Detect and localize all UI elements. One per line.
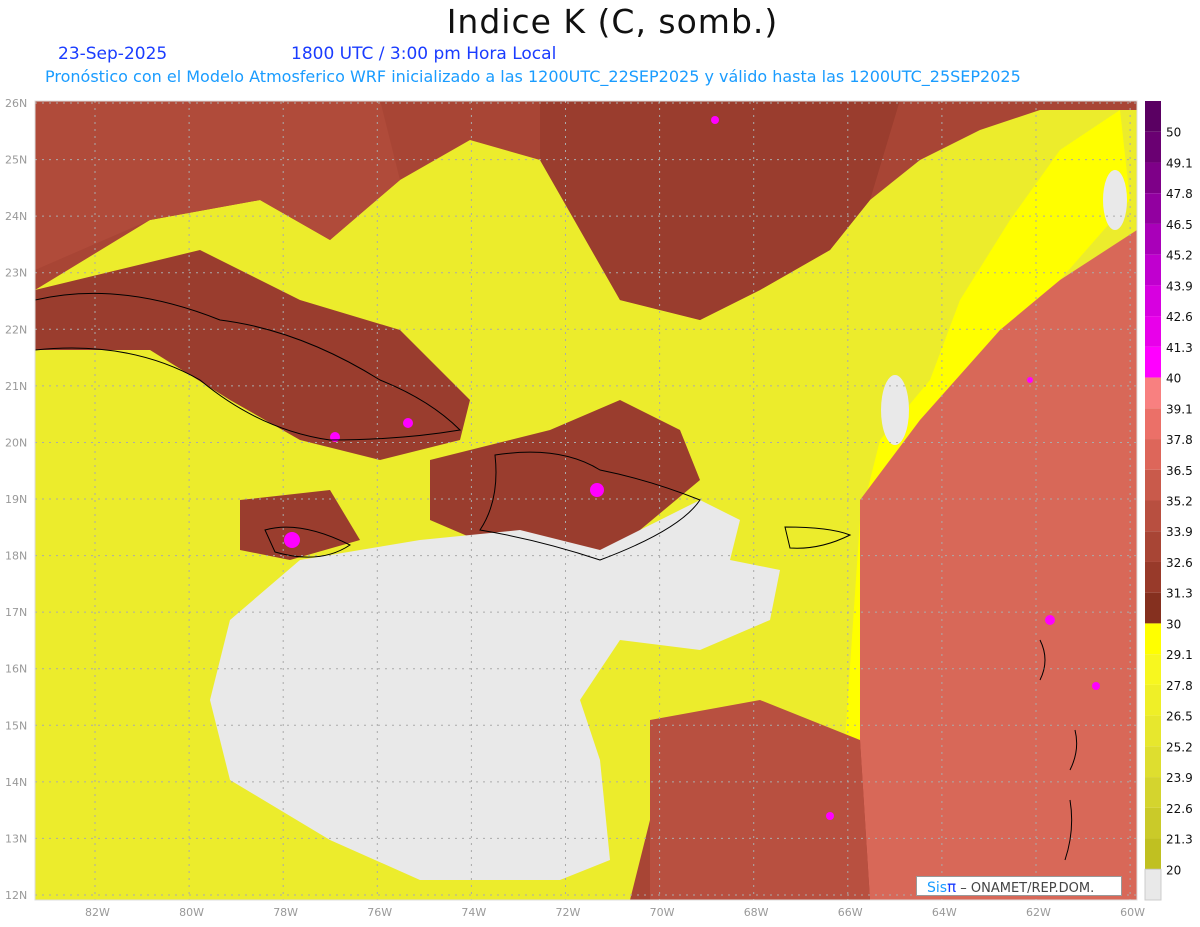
lat-label: 22N — [5, 323, 27, 336]
lon-label: 72W — [556, 906, 581, 919]
colorbar-swatch — [1145, 715, 1161, 747]
lat-label: 23N — [5, 267, 27, 280]
lat-label: 20N — [5, 436, 27, 449]
lat-label: 12N — [5, 889, 27, 902]
lat-label: 14N — [5, 776, 27, 789]
colorbar-swatch — [1145, 408, 1161, 440]
lon-label: 82W — [85, 906, 110, 919]
credit-text: – ONAMET/REP.DOM. — [960, 881, 1095, 896]
colorbar-swatch — [1145, 162, 1161, 194]
colorbar-label: 40 — [1166, 372, 1181, 386]
colorbar-swatch — [1145, 439, 1161, 470]
lat-label: 25N — [5, 154, 27, 167]
colorbar-label: 37.8 — [1166, 433, 1193, 447]
colorbar-label: 49.1 — [1166, 156, 1193, 170]
colorbar-label: 31.3 — [1166, 587, 1193, 601]
colorbar-label: 39.1 — [1166, 402, 1193, 416]
k-index-field — [35, 101, 1137, 900]
lon-label: 68W — [744, 906, 769, 919]
colorbar-swatch — [1145, 777, 1161, 808]
colorbar-swatch — [1145, 500, 1161, 532]
lat-label: 26N — [5, 97, 27, 110]
lat-label: 16N — [5, 663, 27, 676]
colorbar-label: 33.9 — [1166, 525, 1193, 539]
colorbar-swatch — [1145, 746, 1161, 778]
colorbar-label: 45.2 — [1166, 249, 1193, 263]
colorbar-label: 32.6 — [1166, 556, 1193, 570]
colorbar-swatch — [1145, 838, 1161, 870]
map: 12N 13N 14N 15N 16N 17N 18N 19N 20N 21N 22N 23N 24N 2… — [5, 97, 1193, 919]
lon-label: 80W — [179, 906, 204, 919]
lat-label: 24N — [5, 210, 27, 223]
lon-label: 76W — [367, 906, 392, 919]
colorbar-label: 20 — [1166, 863, 1181, 877]
colorbar-label: 26.5 — [1166, 710, 1193, 724]
colorbar-swatch — [1145, 131, 1161, 163]
colorbar-label: 21.3 — [1166, 833, 1193, 847]
colorbar-swatch — [1145, 531, 1161, 562]
colorbar-label: 27.8 — [1166, 679, 1193, 693]
colorbar-swatch — [1145, 101, 1161, 132]
colorbar-swatch — [1145, 561, 1161, 593]
colorbar-swatch — [1145, 807, 1161, 839]
colorbar-swatch — [1145, 193, 1161, 224]
colorbar-swatch — [1145, 684, 1161, 716]
longitude-labels: 82W 80W 78W 76W 74W 72W 70W 68W 66W 64W 62W 60W — [85, 906, 1145, 919]
colorbar-label: 35.2 — [1166, 495, 1193, 509]
colorbar-label: 42.6 — [1166, 310, 1193, 324]
lon-label: 64W — [932, 906, 957, 919]
colorbar-swatch — [1145, 223, 1161, 255]
colorbar-legend: 50 49.1 47.8 46.5 45.2 43.9 42.6 41.3 40 39.1 37.8… — [1144, 101, 1193, 901]
colorbar-label: 36.5 — [1166, 464, 1193, 478]
lon-label: 74W — [461, 906, 486, 919]
lon-label: 70W — [650, 906, 675, 919]
lat-label: 19N — [5, 493, 27, 506]
colorbar-label: 23.9 — [1166, 771, 1193, 785]
latitude-labels: 12N 13N 14N 15N 16N 17N 18N 19N 20N 21N 22N 23N 24N 2… — [5, 97, 27, 902]
lat-label: 13N — [5, 832, 27, 845]
lat-label: 18N — [5, 550, 27, 563]
colorbar-label: 41.3 — [1166, 341, 1193, 355]
lat-label: 17N — [5, 606, 27, 619]
colorbar-label: 47.8 — [1166, 187, 1193, 201]
colorbar-label: 30 — [1166, 617, 1181, 631]
lat-label: 21N — [5, 380, 27, 393]
colorbar-label: 46.5 — [1166, 218, 1193, 232]
colorbar-swatch — [1145, 254, 1161, 286]
colorbar-label: 43.9 — [1166, 279, 1193, 293]
colorbar-swatch — [1145, 623, 1161, 655]
credit-box: Sisπ – ONAMET/REP.DOM. — [916, 876, 1122, 896]
colorbar-swatch — [1145, 592, 1161, 624]
colorbar-label: 50 — [1166, 126, 1181, 140]
colorbar-swatch — [1145, 285, 1161, 317]
colorbar-label: 29.1 — [1166, 648, 1193, 662]
sispi-logo-sis: Sis — [927, 880, 948, 896]
colorbar-swatch — [1145, 654, 1161, 685]
colorbar-swatch — [1145, 316, 1161, 347]
colorbar-swatch — [1145, 346, 1161, 378]
sispi-logo-pi: π — [947, 878, 957, 896]
lon-label: 62W — [1026, 906, 1051, 919]
colorbar-swatch — [1144, 868, 1162, 901]
colorbar-swatch — [1145, 469, 1161, 501]
lon-label: 66W — [838, 906, 863, 919]
colorbar-label: 25.2 — [1166, 740, 1193, 754]
lon-label: 60W — [1120, 906, 1145, 919]
lon-label: 78W — [273, 906, 298, 919]
colorbar-swatch — [1145, 377, 1161, 409]
lat-label: 15N — [5, 719, 27, 732]
colorbar-label: 22.6 — [1166, 802, 1193, 816]
